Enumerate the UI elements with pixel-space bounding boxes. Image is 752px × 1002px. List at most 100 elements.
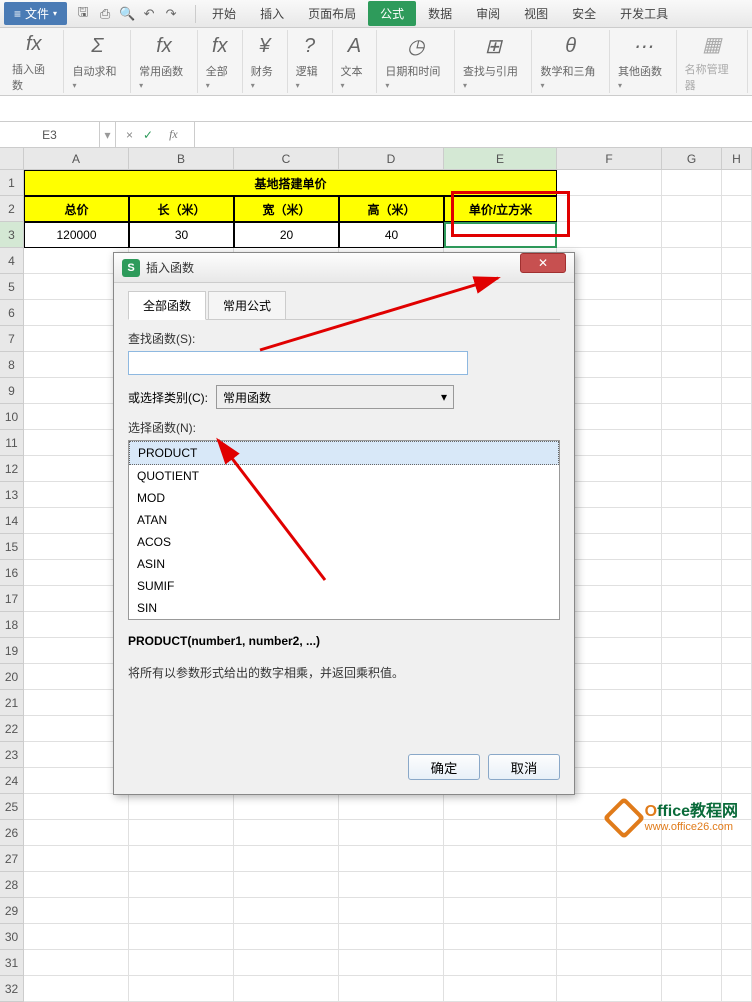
- row-header-4[interactable]: 4: [0, 248, 24, 274]
- cell-C32[interactable]: [234, 976, 339, 1002]
- col-header-F[interactable]: F: [557, 148, 662, 170]
- cell-F30[interactable]: [557, 924, 662, 950]
- formula-input[interactable]: [195, 122, 752, 147]
- cell-D2[interactable]: 高（米）: [339, 196, 444, 222]
- print-icon[interactable]: ⎙: [97, 6, 113, 22]
- row-header-31[interactable]: 31: [0, 950, 24, 976]
- cell-D27[interactable]: [339, 846, 444, 872]
- col-header-A[interactable]: A: [24, 148, 129, 170]
- cell-F2[interactable]: [557, 196, 662, 222]
- select-all-corner[interactable]: [0, 148, 24, 170]
- cell-H23[interactable]: [722, 742, 752, 768]
- row-header-11[interactable]: 11: [0, 430, 24, 456]
- cell-H15[interactable]: [722, 534, 752, 560]
- cell-A26[interactable]: [24, 820, 129, 846]
- row-header-19[interactable]: 19: [0, 638, 24, 664]
- col-header-H[interactable]: H: [722, 148, 752, 170]
- function-item-acos[interactable]: ACOS: [129, 531, 559, 553]
- cell-A3[interactable]: 120000: [24, 222, 129, 248]
- cell-G15[interactable]: [662, 534, 722, 560]
- ribbon-group-5[interactable]: ?逻辑: [288, 30, 333, 93]
- row-header-26[interactable]: 26: [0, 820, 24, 846]
- cell-F1[interactable]: [557, 170, 662, 196]
- function-listbox[interactable]: PRODUCTQUOTIENTMODATANACOSASINSUMIFSIN: [128, 440, 560, 620]
- menu-tab-6[interactable]: 视图: [512, 1, 560, 26]
- cell-D29[interactable]: [339, 898, 444, 924]
- cell-G8[interactable]: [662, 352, 722, 378]
- cell-D31[interactable]: [339, 950, 444, 976]
- cell-D28[interactable]: [339, 872, 444, 898]
- cell-G24[interactable]: [662, 768, 722, 794]
- cell-D32[interactable]: [339, 976, 444, 1002]
- col-header-C[interactable]: C: [234, 148, 339, 170]
- dialog-tab-1[interactable]: 常用公式: [208, 291, 286, 320]
- menu-tab-0[interactable]: 开始: [200, 1, 248, 26]
- menu-tab-4[interactable]: 数据: [416, 1, 464, 26]
- undo-icon[interactable]: ↶: [141, 6, 157, 22]
- row-header-22[interactable]: 22: [0, 716, 24, 742]
- row-header-21[interactable]: 21: [0, 690, 24, 716]
- cell-G30[interactable]: [662, 924, 722, 950]
- cell-C28[interactable]: [234, 872, 339, 898]
- cell-F29[interactable]: [557, 898, 662, 924]
- cell-H5[interactable]: [722, 274, 752, 300]
- row-header-12[interactable]: 12: [0, 456, 24, 482]
- function-item-product[interactable]: PRODUCT: [129, 441, 559, 465]
- category-select[interactable]: 常用函数 ▾: [216, 385, 454, 409]
- cell-H29[interactable]: [722, 898, 752, 924]
- cell-H11[interactable]: [722, 430, 752, 456]
- row-header-3[interactable]: 3: [0, 222, 24, 248]
- row-header-15[interactable]: 15: [0, 534, 24, 560]
- menu-tab-5[interactable]: 审阅: [464, 1, 512, 26]
- cell-H10[interactable]: [722, 404, 752, 430]
- cell-H28[interactable]: [722, 872, 752, 898]
- cell-G4[interactable]: [662, 248, 722, 274]
- cell-A32[interactable]: [24, 976, 129, 1002]
- search-input[interactable]: [128, 351, 468, 375]
- cell-G5[interactable]: [662, 274, 722, 300]
- col-header-B[interactable]: B: [129, 148, 234, 170]
- cell-H20[interactable]: [722, 664, 752, 690]
- cell-A31[interactable]: [24, 950, 129, 976]
- cell-H19[interactable]: [722, 638, 752, 664]
- row-header-9[interactable]: 9: [0, 378, 24, 404]
- cell-B32[interactable]: [129, 976, 234, 1002]
- cell-D26[interactable]: [339, 820, 444, 846]
- cell-B30[interactable]: [129, 924, 234, 950]
- cell-A1[interactable]: 基地搭建单价: [24, 170, 557, 196]
- cell-G28[interactable]: [662, 872, 722, 898]
- cell-G10[interactable]: [662, 404, 722, 430]
- cell-E2[interactable]: 单价/立方米: [444, 196, 557, 222]
- menu-tab-1[interactable]: 插入: [248, 1, 296, 26]
- cell-C31[interactable]: [234, 950, 339, 976]
- cell-A29[interactable]: [24, 898, 129, 924]
- row-header-28[interactable]: 28: [0, 872, 24, 898]
- cell-G9[interactable]: [662, 378, 722, 404]
- cell-C3[interactable]: 20: [234, 222, 339, 248]
- ok-button[interactable]: 确定: [408, 754, 480, 780]
- cancel-formula-icon[interactable]: ×: [126, 128, 133, 142]
- row-header-27[interactable]: 27: [0, 846, 24, 872]
- row-header-32[interactable]: 32: [0, 976, 24, 1002]
- row-header-10[interactable]: 10: [0, 404, 24, 430]
- cell-B27[interactable]: [129, 846, 234, 872]
- cell-E25[interactable]: [444, 794, 557, 820]
- cell-G11[interactable]: [662, 430, 722, 456]
- row-header-14[interactable]: 14: [0, 508, 24, 534]
- ribbon-group-2[interactable]: fx常用函数: [131, 30, 198, 93]
- function-item-asin[interactable]: ASIN: [129, 553, 559, 575]
- cell-G2[interactable]: [662, 196, 722, 222]
- cell-H27[interactable]: [722, 846, 752, 872]
- cell-H31[interactable]: [722, 950, 752, 976]
- cell-C27[interactable]: [234, 846, 339, 872]
- row-header-30[interactable]: 30: [0, 924, 24, 950]
- cell-G14[interactable]: [662, 508, 722, 534]
- cell-B29[interactable]: [129, 898, 234, 924]
- function-item-atan[interactable]: ATAN: [129, 509, 559, 531]
- row-header-16[interactable]: 16: [0, 560, 24, 586]
- cell-G12[interactable]: [662, 456, 722, 482]
- ribbon-group-0[interactable]: fx插入函数: [4, 30, 64, 93]
- row-header-1[interactable]: 1: [0, 170, 24, 196]
- cell-B2[interactable]: 长（米）: [129, 196, 234, 222]
- cell-G22[interactable]: [662, 716, 722, 742]
